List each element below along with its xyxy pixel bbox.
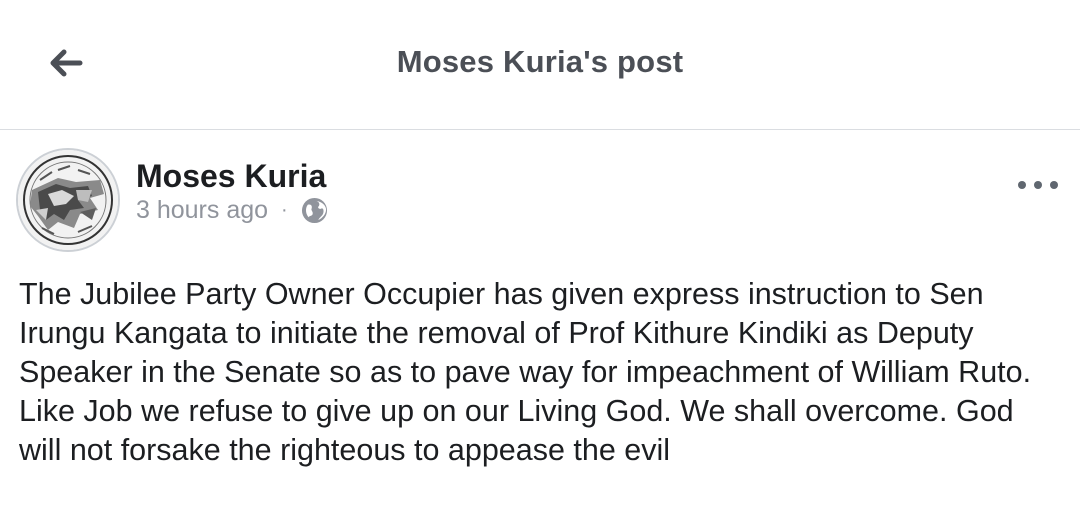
globe-icon <box>301 197 328 224</box>
app-bar: Moses Kuria's post <box>0 0 1080 130</box>
author-name[interactable]: Moses Kuria <box>136 158 326 195</box>
post-card: Moses Kuria 3 hours ago · The Jubilee Pa… <box>0 131 1080 519</box>
more-options-icon[interactable] <box>1018 173 1058 197</box>
post-text: The Jubilee Party Owner Occupier has giv… <box>19 277 1032 467</box>
more-dot <box>1018 181 1026 189</box>
avatar-image <box>18 150 118 250</box>
more-dot <box>1050 181 1058 189</box>
post-timestamp[interactable]: 3 hours ago <box>136 196 268 225</box>
post-meta: 3 hours ago · <box>136 196 328 225</box>
avatar[interactable] <box>16 148 120 252</box>
meta-separator: · <box>281 199 288 221</box>
more-dot <box>1034 181 1042 189</box>
page-title: Moses Kuria's post <box>396 44 684 79</box>
